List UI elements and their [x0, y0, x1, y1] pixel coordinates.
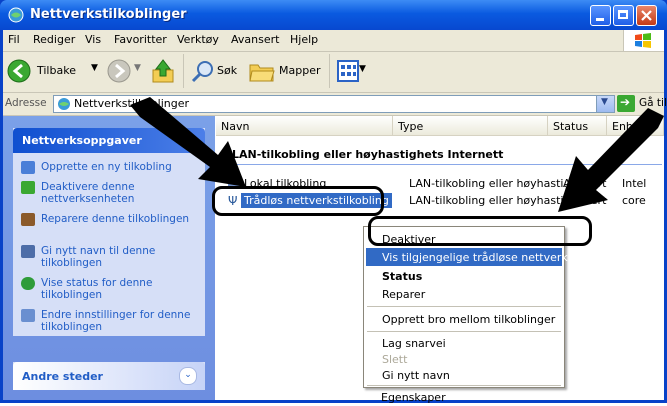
- task-label: Endre innstillinger for denne tilkobling…: [41, 309, 191, 333]
- back-dropdown-icon[interactable]: ▼: [91, 63, 98, 73]
- status-icon: [21, 277, 35, 290]
- other-places-panel: Andre steder ⌄: [13, 362, 205, 390]
- other-places-title: Andre steder: [22, 370, 103, 383]
- menu-item-repair[interactable]: Reparer: [366, 285, 562, 303]
- repair-wrench-icon: [21, 213, 35, 226]
- task-label: Gi nytt navn til denne tilkoblingen: [41, 245, 156, 269]
- menu-favoritter[interactable]: Favoritter: [114, 33, 167, 46]
- views-icon: [337, 60, 359, 82]
- disable-device-icon: [21, 181, 35, 194]
- maximize-button[interactable]: [613, 5, 634, 26]
- task-label: Vise status for denne tilkoblingen: [41, 277, 153, 301]
- column-header-type[interactable]: Type: [393, 116, 548, 136]
- folders-icon: [249, 64, 275, 82]
- network-connections-icon: [58, 98, 70, 110]
- menu-separator: [367, 331, 561, 332]
- back-arrow-icon: [7, 59, 31, 83]
- title-bar[interactable]: Nettverkstilkoblinger: [0, 0, 667, 30]
- annotation-arrow-left: [130, 97, 246, 187]
- address-label: Adresse: [5, 97, 47, 109]
- menu-item-rename[interactable]: Gi nytt navn: [366, 366, 562, 384]
- menu-separator: [367, 385, 561, 386]
- close-button[interactable]: [636, 5, 657, 26]
- menu-fil[interactable]: Fil: [8, 33, 20, 46]
- forward-dropdown-icon[interactable]: ▼: [134, 63, 141, 73]
- menu-item-properties[interactable]: Egenskaper: [365, 388, 561, 406]
- menu-vis[interactable]: Vis: [85, 33, 101, 46]
- callout-box-view-wireless-networks: [368, 216, 592, 246]
- search-button[interactable]: Søk: [191, 59, 241, 85]
- new-connection-icon: [21, 161, 35, 174]
- toolbar: Tilbake ▼ ▼ Søk Mapper ▼: [3, 52, 664, 93]
- task-label: Reparere denne tilkoblingen: [41, 213, 190, 225]
- forward-button-icon[interactable]: [107, 59, 131, 83]
- minimize-button[interactable]: [590, 5, 611, 26]
- menu-item-view-wireless-networks[interactable]: Vis tilgjengelige trådløse nettverk: [366, 248, 568, 266]
- menu-hjelp[interactable]: Hjelp: [290, 33, 318, 46]
- group-header: LAN-tilkobling eller høyhastighets Inter…: [232, 148, 504, 161]
- chevron-down-icon: ▼: [601, 97, 608, 107]
- folders-button[interactable]: Mapper: [249, 59, 321, 85]
- search-icon: [191, 61, 213, 83]
- network-connections-icon: [8, 7, 24, 23]
- windows-flag-icon: [635, 33, 651, 48]
- back-button[interactable]: Tilbake ▼: [7, 59, 105, 85]
- folders-label: Mapper: [279, 64, 321, 77]
- expand-chevron-icon[interactable]: ⌄: [179, 367, 197, 385]
- views-dropdown-icon: ▼: [359, 64, 366, 74]
- up-folder-icon[interactable]: [151, 58, 175, 84]
- close-icon: [641, 10, 652, 21]
- back-label: Tilbake: [37, 64, 76, 77]
- menu-item-status[interactable]: Status: [366, 267, 562, 285]
- window-title: Nettverkstilkoblinger: [30, 7, 187, 22]
- other-places-header[interactable]: Andre steder ⌄: [13, 362, 205, 390]
- windows-logo: [623, 30, 664, 51]
- connection-type: LAN-tilkobling eller høyhasti...: [409, 194, 564, 207]
- context-menu: Deaktiver Vis tilgjengelige trådløse net…: [363, 226, 568, 388]
- annotation-arrow-right: [558, 108, 664, 212]
- search-label: Søk: [217, 64, 238, 77]
- menu-verktoy[interactable]: Verktøy: [177, 33, 219, 46]
- menu-bar: Fil Rediger Vis Favoritter Verktøy Avans…: [3, 30, 664, 52]
- settings-icon: [21, 309, 35, 322]
- views-button[interactable]: ▼: [337, 60, 367, 84]
- menu-separator: [367, 306, 561, 307]
- menu-item-bridge-connections[interactable]: Opprett bro mellom tilkoblinger: [366, 310, 562, 328]
- rename-icon: [21, 245, 35, 258]
- menu-rediger[interactable]: Rediger: [33, 33, 75, 46]
- menu-avansert[interactable]: Avansert: [231, 33, 279, 46]
